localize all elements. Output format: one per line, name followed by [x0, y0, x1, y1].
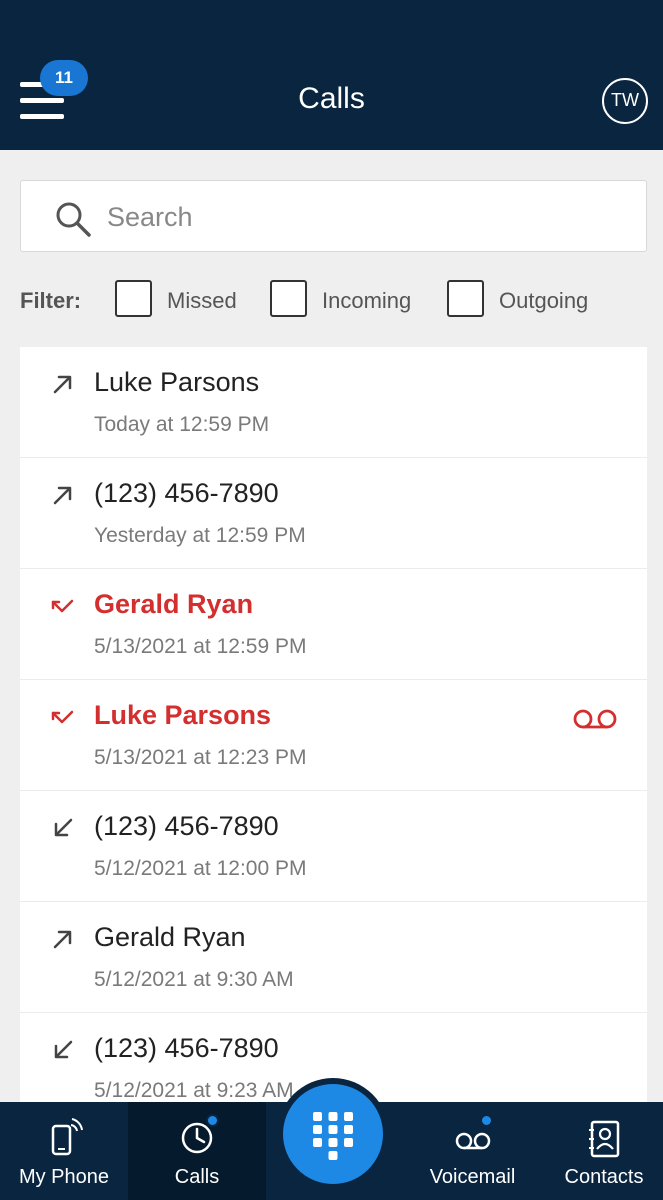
call-time: Today at 12:59 PM	[94, 413, 270, 436]
call-time: 5/12/2021 at 9:30 AM	[94, 968, 294, 991]
incoming-call-icon	[54, 1040, 73, 1059]
dialpad-icon	[313, 1112, 353, 1160]
missed-checkbox[interactable]	[115, 280, 152, 317]
calls-notification-dot	[206, 1114, 219, 1127]
app-header: 11 Calls TW	[0, 0, 663, 150]
nav-my-phone[interactable]: My Phone	[0, 1102, 128, 1200]
nav-calls[interactable]: Calls	[128, 1102, 266, 1200]
nav-label: Contacts	[564, 1166, 644, 1188]
outgoing-checkbox[interactable]	[447, 280, 484, 317]
outgoing-call-icon	[53, 486, 72, 505]
call-time: Yesterday at 12:59 PM	[94, 524, 306, 547]
call-name: Gerald Ryan	[94, 922, 246, 952]
filter-missed-label: Missed	[167, 288, 237, 313]
nav-label: Calls	[174, 1166, 220, 1188]
call-row[interactable]: Luke Parsons 5/13/2021 at 12:23 PM	[20, 680, 647, 791]
call-time: 5/13/2021 at 12:23 PM	[94, 746, 307, 769]
filter-missed[interactable]: Missed	[115, 280, 245, 320]
avatar[interactable]: TW	[602, 78, 648, 124]
call-list: Luke Parsons Today at 12:59 PM (123) 456…	[20, 347, 647, 1102]
call-row[interactable]: (123) 456-7890 5/12/2021 at 12:00 PM	[20, 791, 647, 902]
call-name: (123) 456-7890	[94, 478, 279, 508]
outgoing-call-icon	[53, 930, 72, 949]
incoming-checkbox[interactable]	[270, 280, 307, 317]
missed-call-icon	[51, 710, 74, 724]
search-bar[interactable]	[20, 180, 647, 252]
call-time: 5/13/2021 at 12:59 PM	[94, 635, 307, 658]
call-name: (123) 456-7890	[94, 1033, 279, 1063]
call-row[interactable]: Gerald Ryan 5/12/2021 at 9:30 AM	[20, 902, 647, 1013]
filter-outgoing[interactable]: Outgoing	[447, 280, 607, 320]
call-name: Luke Parsons	[94, 700, 272, 730]
call-name: Gerald Ryan	[94, 589, 254, 619]
incoming-call-icon	[54, 818, 73, 837]
voicemail-notification-dot	[480, 1114, 493, 1127]
page-title: Calls	[298, 82, 365, 115]
call-name: (123) 456-7890	[94, 811, 279, 841]
outgoing-call-icon	[53, 375, 72, 394]
nav-contacts[interactable]: Contacts	[545, 1102, 663, 1200]
filter-incoming[interactable]: Incoming	[270, 280, 425, 320]
filter-outgoing-label: Outgoing	[499, 288, 589, 313]
dialpad-button[interactable]	[283, 1084, 383, 1184]
nav-label: My Phone	[18, 1166, 110, 1188]
filter-incoming-label: Incoming	[322, 288, 412, 313]
call-row[interactable]: Gerald Ryan 5/13/2021 at 12:59 PM	[20, 569, 647, 680]
filter-row: Filter: Missed Incoming Outgoing	[20, 280, 647, 320]
nav-label: Voicemail	[429, 1166, 516, 1188]
contacts-icon	[589, 1120, 620, 1158]
missed-call-icon	[51, 599, 74, 613]
search-input[interactable]	[107, 193, 627, 241]
voicemail-icon[interactable]	[572, 706, 618, 732]
call-name: Luke Parsons	[94, 367, 260, 397]
call-time: 5/12/2021 at 12:00 PM	[94, 857, 307, 880]
search-icon	[56, 202, 91, 237]
call-row[interactable]: Luke Parsons Today at 12:59 PM	[20, 347, 647, 458]
call-row[interactable]: (123) 456-7890 Yesterday at 12:59 PM	[20, 458, 647, 569]
call-time: 5/12/2021 at 9:23 AM	[94, 1079, 294, 1102]
nav-voicemail[interactable]: Voicemail	[400, 1102, 545, 1200]
filter-label: Filter:	[20, 288, 82, 313]
phone-icon	[51, 1118, 83, 1156]
